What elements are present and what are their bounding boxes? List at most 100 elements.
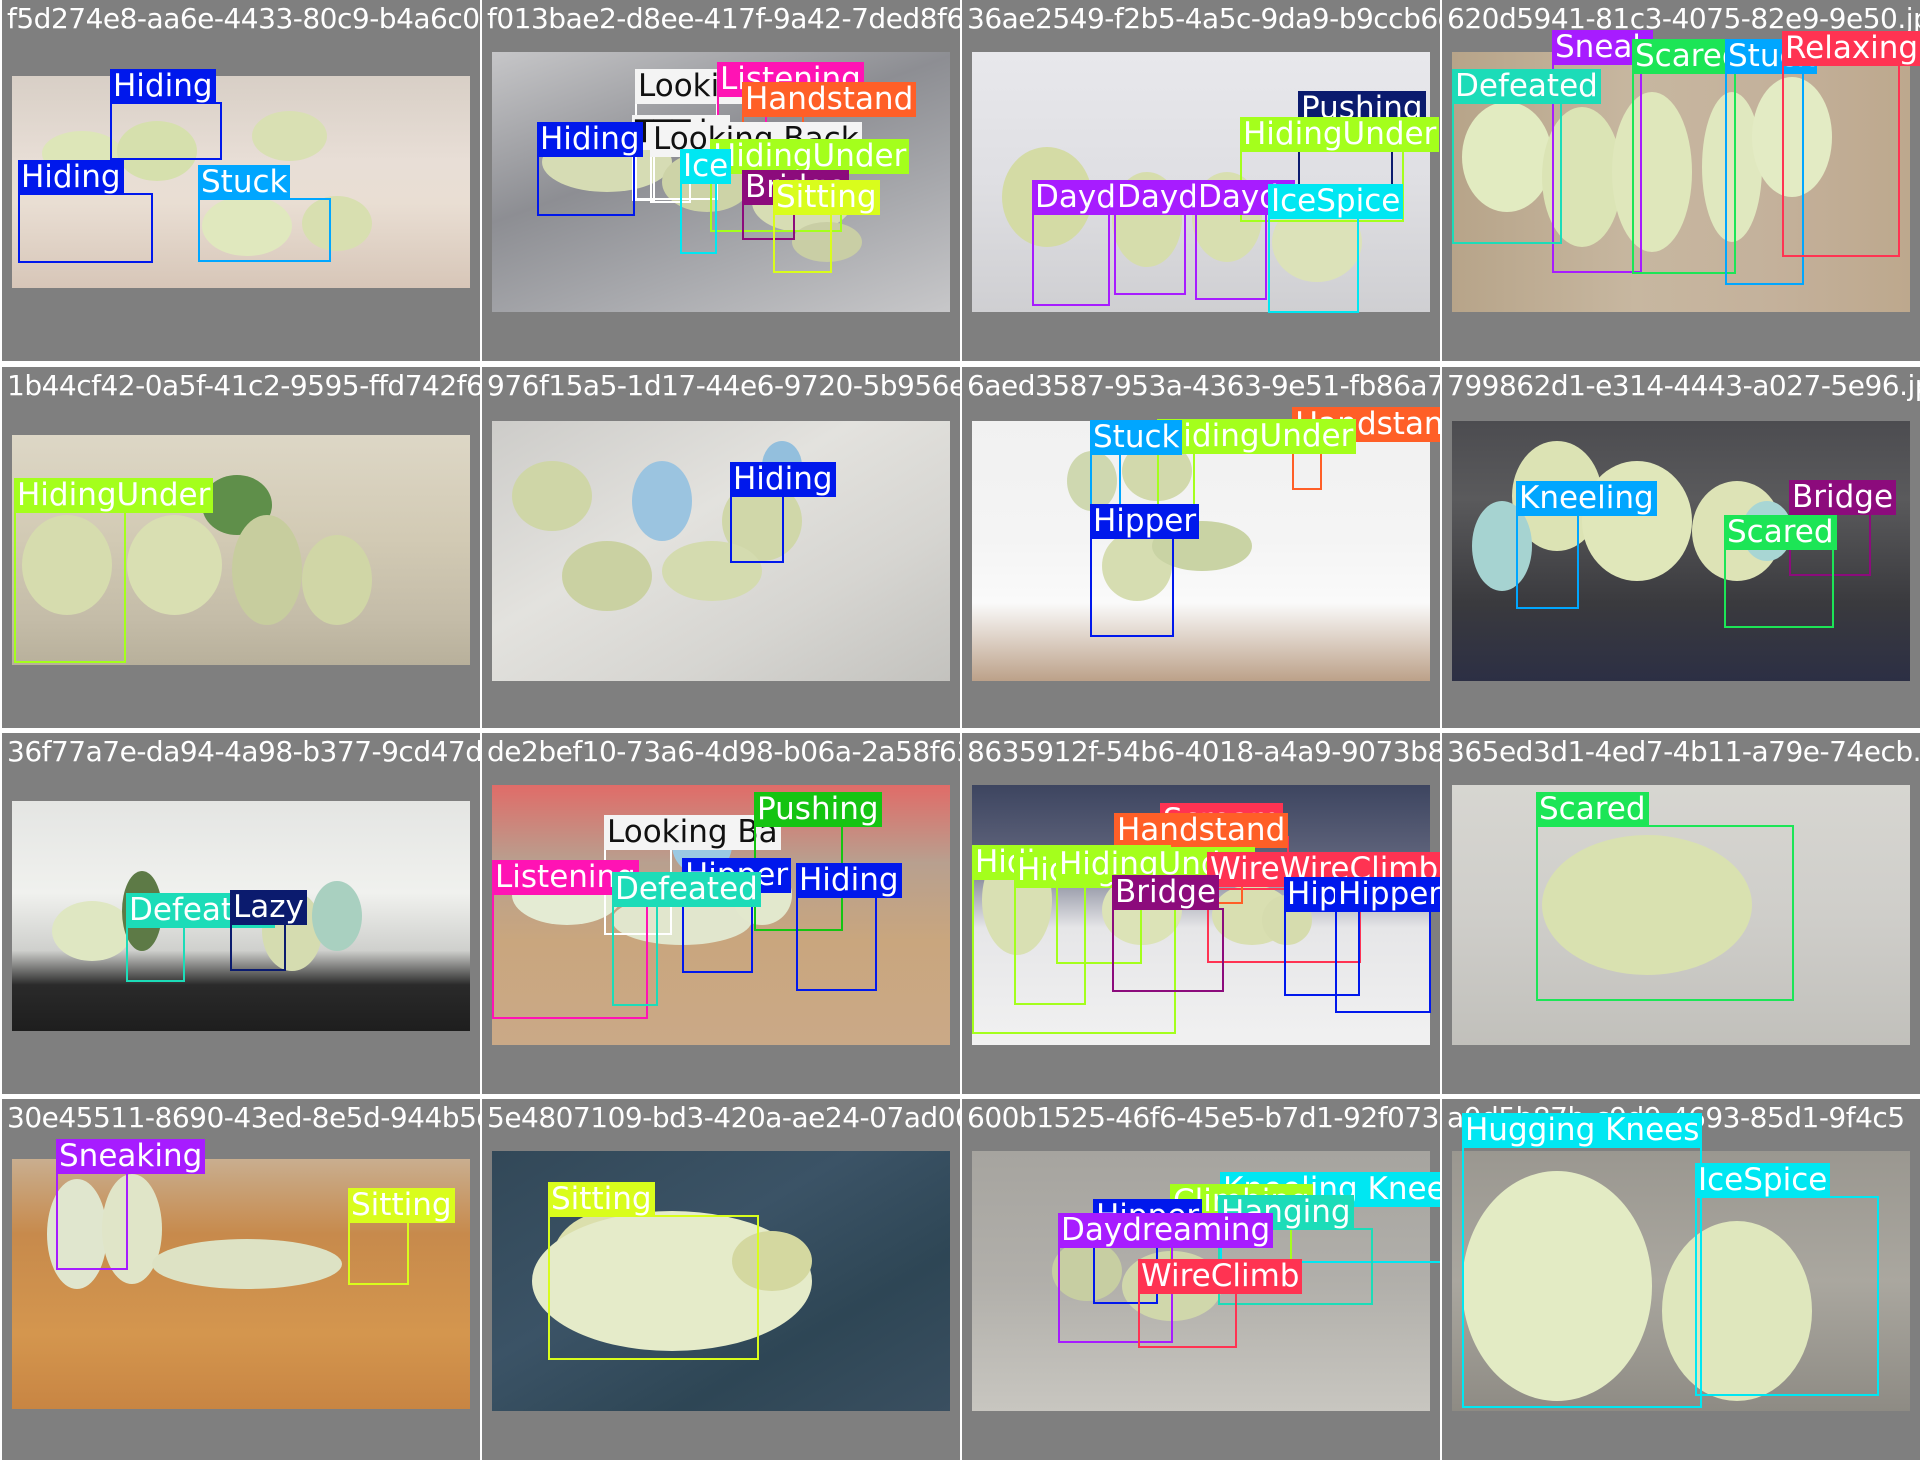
detection-box-daydr: Daydr (1032, 180, 1132, 306)
detection-box-defeated: Defeated (126, 893, 275, 982)
mosaic-tile: 1b44cf42-0a5f-41c2-9595-ffd742f6c0f3.jpg… (2, 367, 480, 728)
mosaic-tile: 365ed3d1-4ed7-4b11-a79e-74ecb.jpg Scared (1442, 733, 1920, 1094)
detection-box-sitting: Sitting (348, 1188, 455, 1285)
detection-box-dayd: Dayd (1114, 180, 1201, 295)
figure-blob (632, 461, 692, 541)
tile-filename: 36f77a7e-da94-4a98-b377-9cd47de2b770.jpg (7, 735, 480, 768)
detection-label: Hiding (537, 122, 643, 157)
tile-photo (492, 421, 950, 681)
detection-label: Hiding (796, 863, 902, 898)
mosaic-tile: 36f77a7e-da94-4a98-b377-9cd47de2b770.jpg… (2, 733, 480, 1094)
mosaic-tile: 6aed3587-953a-4363-9e51-fb86a7a9a62d.jpg… (962, 367, 1440, 728)
detection-box-hiding: Hiding (110, 69, 222, 160)
detection-label: Hiding (18, 160, 124, 195)
detection-label: Pushing (754, 792, 882, 827)
detection-box-scared: Scared (1724, 515, 1837, 628)
mosaic-tile: 799862d1-e314-4443-a027-5e96.jpg Kneeling… (1442, 367, 1920, 728)
detection-label: WireClimb (1138, 1259, 1303, 1294)
detection-label: Hipper (1335, 877, 1440, 912)
mosaic-tile: 36ae2549-f2b5-4a5c-9da9-b9ccb6e0d5941.jp… (962, 0, 1440, 361)
detection-label: Scared (1724, 515, 1837, 550)
tile-filename: 8635912f-54b6-4018-a4a9-9073b816528d.jpg (967, 735, 1440, 768)
detection-label: Defeated (1452, 69, 1601, 104)
mosaic-tile: 5e4807109-bd3-420a-ae24-07ad00b01529.jpg… (482, 1099, 960, 1460)
detection-box-hiding: Hiding (537, 122, 643, 216)
detection-box-hidingunder: HidingUnder (14, 478, 214, 663)
detection-box-hiding: Hiding (796, 863, 902, 991)
detection-label: IceSpice (1695, 1163, 1831, 1198)
detection-box-daydr: Daydr (1195, 180, 1295, 300)
mosaic-tile: 620d5941-81c3-4075-82e9-9e50.jpg Sneak Sca… (1442, 0, 1920, 361)
mosaic-grid: f5d274e8-aa6e-4433-80c9-b4a6c0016bae5.jp… (0, 0, 1920, 1464)
mosaic-tile: 976f15a5-1d17-44e6-9720-5b956eed3b0c.jpg… (482, 367, 960, 728)
detection-box-relaxing: Relaxing (1782, 31, 1920, 257)
detection-label: IceSpice (1268, 184, 1404, 219)
tile-filename: 30e45511-8690-43ed-8e5d-944b5d43073b9.jp… (7, 1101, 480, 1134)
tile-photo (972, 421, 1430, 681)
detection-label: Sitting (348, 1188, 455, 1223)
tile-filename: de2bef10-73a6-4d98-b06a-2a58f63c4a6f.jpg (487, 735, 960, 768)
detection-label: Bridge (1789, 480, 1897, 515)
detection-label: HidingUnder (1240, 117, 1440, 152)
figure-blob (52, 901, 132, 961)
mosaic-tile: a0d5b87b-c9d9-4693-85d1-9f4c5Hugging Kne… (1442, 1099, 1920, 1460)
detection-box-bridge: Bridge (1112, 875, 1224, 992)
detection-label: Relaxing (1782, 31, 1920, 66)
detection-box-lazy: Lazy (230, 890, 307, 971)
detection-box-scared: Scared (1632, 39, 1745, 274)
detection-label: Sneaking (56, 1139, 206, 1174)
detection-box-icespice: IceSpice (1268, 184, 1404, 313)
figure-blob (152, 1239, 342, 1289)
detection-label: Handstand (742, 82, 917, 117)
mosaic-tile: de2bef10-73a6-4d98-b06a-2a58f63c4a6f.jpg… (482, 733, 960, 1094)
detection-box-kneeling: Kneeling (1516, 481, 1657, 609)
detection-box-hiding: Hiding (730, 462, 836, 563)
detection-box-stuck: Stuck (1090, 420, 1183, 508)
mosaic-tile: 8635912f-54b6-4018-a4a9-9073b816528d.jpg… (962, 733, 1440, 1094)
detection-box-sneaking: Sneaking (56, 1139, 206, 1270)
detection-label: HidingUnder (1157, 419, 1357, 454)
detection-label: HidingUnder (14, 478, 214, 513)
detection-box-wireclimb: WireClimb (1138, 1259, 1303, 1348)
tile-filename: f013bae2-d8ee-417f-9a42-7ded8f6ae25b.jpg (487, 2, 960, 35)
tile-filename: 799862d1-e314-4443-a027-5e96.jpg (1447, 369, 1920, 402)
tile-filename: 600b1525-46f6-45e5-b7d1-92f073.jpg (967, 1101, 1440, 1134)
detection-box-hugging-knees: Hugging Knees (1462, 1113, 1703, 1408)
detection-label: Ice (680, 149, 732, 184)
detection-box-icespice: IceSpice (1695, 1163, 1879, 1396)
detection-box-hidingunder: HidingUnder (1157, 419, 1357, 508)
detection-box-hiding: Hiding (18, 160, 153, 263)
figure-blob (512, 461, 592, 531)
detection-label: Dayd (1114, 180, 1201, 215)
detection-label: Hipper (1090, 504, 1200, 539)
figure-blob (562, 541, 652, 611)
detection-label: Lazy (230, 890, 307, 925)
tile-filename: f5d274e8-aa6e-4433-80c9-b4a6c0016bae5.jp… (7, 2, 480, 35)
figure-blob (127, 515, 222, 615)
detection-label: Scared (1536, 792, 1649, 827)
tile-filename: 1b44cf42-0a5f-41c2-9595-ffd742f6c0f3.jpg (7, 369, 480, 402)
detection-label: Sitting (548, 1182, 655, 1217)
figure-blob (1582, 461, 1692, 581)
mosaic-tile: 600b1525-46f6-45e5-b7d1-92f073.jpg Kneeli… (962, 1099, 1440, 1460)
tile-filename: 365ed3d1-4ed7-4b11-a79e-74ecb.jpg (1447, 735, 1920, 768)
mosaic-tile: f013bae2-d8ee-417f-9a42-7ded8f6ae25b.jpg… (482, 0, 960, 361)
detection-label: Stuck (1090, 420, 1183, 455)
figure-blob (302, 535, 372, 625)
tile-filename: 5e4807109-bd3-420a-ae24-07ad00b01529.jpg (487, 1101, 960, 1134)
detection-box-hipper: Hipper (1335, 877, 1440, 1013)
figure-blob (312, 881, 362, 951)
detection-label: Hiding (110, 69, 216, 104)
detection-box-stuck: Stuck (198, 165, 331, 262)
detection-label: Hiding (730, 462, 836, 497)
detection-label: Sitting (773, 180, 880, 215)
tile-filename: 36ae2549-f2b5-4a5c-9da9-b9ccb6e0d5941.jp… (967, 2, 1440, 35)
detection-label: Hugging Knees (1462, 1113, 1703, 1148)
mosaic-tile: f5d274e8-aa6e-4433-80c9-b4a6c0016bae5.jp… (2, 0, 480, 361)
detection-label: Kneeling (1516, 481, 1657, 516)
detection-box-scared: Scared (1536, 792, 1794, 1001)
detection-label: Defeated (612, 872, 761, 907)
detection-box-hipper: Hipper (1090, 504, 1200, 637)
tile-filename: 6aed3587-953a-4363-9e51-fb86a7a9a62d.jpg (967, 369, 1440, 402)
detection-label: Daydreaming (1058, 1213, 1274, 1248)
